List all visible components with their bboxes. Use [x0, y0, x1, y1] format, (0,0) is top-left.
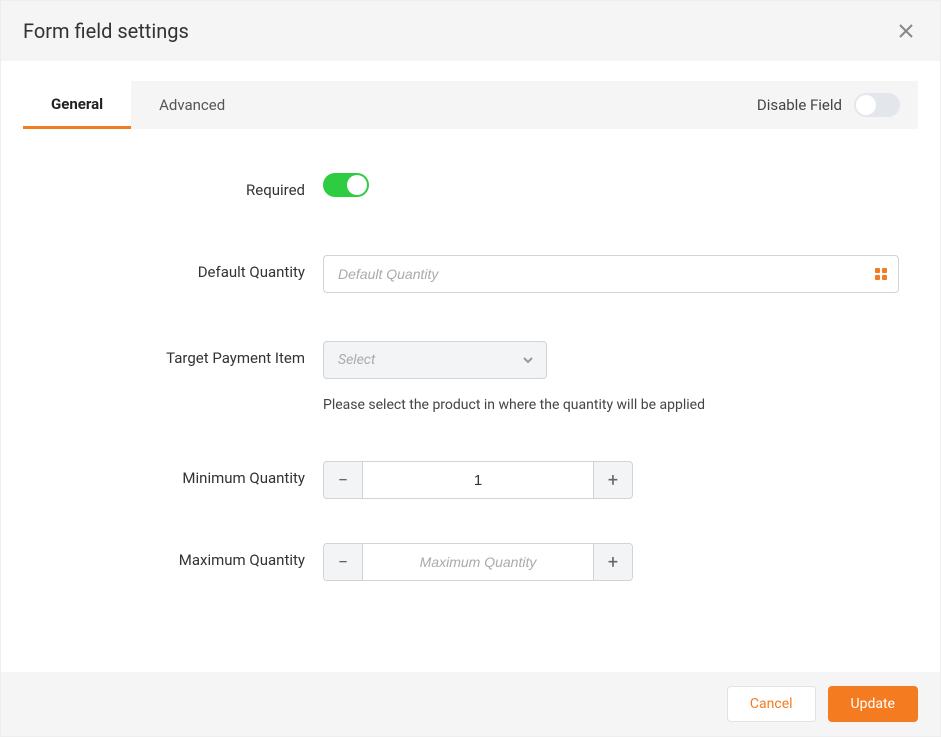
- field-row-required: Required: [23, 173, 918, 199]
- max-increment-button[interactable]: +: [594, 544, 632, 580]
- modal-title: Form field settings: [23, 19, 189, 43]
- chevron-down-icon: [522, 354, 534, 366]
- max-quantity-stepper: − +: [323, 543, 633, 581]
- tabs: General Advanced: [23, 81, 253, 129]
- update-button[interactable]: Update: [828, 686, 918, 722]
- label-max-quantity: Maximum Quantity: [23, 543, 323, 569]
- min-quantity-stepper: − +: [323, 461, 633, 499]
- tab-general[interactable]: General: [23, 81, 131, 129]
- disable-field-label: Disable Field: [757, 96, 842, 114]
- tab-advanced[interactable]: Advanced: [131, 81, 253, 129]
- label-default-quantity: Default Quantity: [23, 255, 323, 281]
- select-placeholder: Select: [338, 352, 375, 368]
- field-row-default-quantity: Default Quantity: [23, 255, 918, 293]
- default-quantity-input-wrap: [323, 255, 899, 293]
- label-required: Required: [23, 173, 323, 199]
- min-decrement-button[interactable]: −: [324, 462, 362, 498]
- tabs-bar: General Advanced Disable Field: [23, 81, 918, 129]
- close-icon: [899, 24, 913, 38]
- modal-footer: Cancel Update: [1, 672, 940, 736]
- disable-field-toggle[interactable]: [854, 93, 900, 117]
- field-row-min-quantity: Minimum Quantity − +: [23, 461, 918, 499]
- form-body: Required Default Quantity: [1, 129, 940, 672]
- label-min-quantity: Minimum Quantity: [23, 461, 323, 487]
- max-quantity-input[interactable]: [362, 544, 594, 580]
- disable-field-group: Disable Field: [757, 93, 918, 117]
- field-row-target-payment-item: Target Payment Item Select Please select…: [23, 341, 918, 413]
- label-target-payment-item: Target Payment Item: [23, 341, 323, 367]
- close-button[interactable]: [894, 19, 918, 43]
- grid-icon[interactable]: [875, 268, 887, 280]
- required-toggle[interactable]: [323, 173, 369, 197]
- min-increment-button[interactable]: +: [594, 462, 632, 498]
- min-quantity-input[interactable]: [362, 462, 594, 498]
- field-row-max-quantity: Maximum Quantity − +: [23, 543, 918, 581]
- target-payment-select[interactable]: Select: [323, 341, 547, 379]
- default-quantity-input[interactable]: [338, 256, 858, 292]
- max-decrement-button[interactable]: −: [324, 544, 362, 580]
- toggle-knob: [856, 95, 876, 115]
- cancel-button[interactable]: Cancel: [727, 686, 816, 722]
- form-field-settings-modal: Form field settings General Advanced Dis…: [0, 0, 941, 737]
- toggle-knob: [347, 175, 367, 195]
- modal-header: Form field settings: [1, 1, 940, 61]
- target-payment-helper: Please select the product in where the q…: [323, 397, 918, 413]
